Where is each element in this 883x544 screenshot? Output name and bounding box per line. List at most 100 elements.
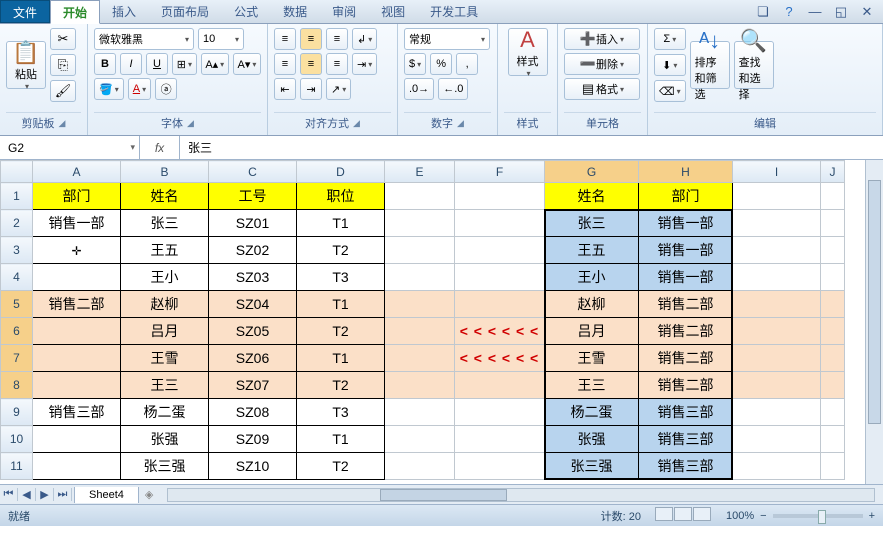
cell-E7[interactable] bbox=[385, 345, 455, 372]
inc-decimal-button[interactable]: .0→ bbox=[404, 78, 434, 100]
orientation-button[interactable]: ↗ bbox=[326, 78, 351, 100]
cell-F7[interactable]: < < < < < < bbox=[455, 345, 545, 372]
vertical-scrollbar[interactable] bbox=[865, 160, 883, 484]
cell-I6[interactable] bbox=[733, 318, 821, 345]
row-header-1[interactable]: 1 bbox=[1, 183, 33, 210]
format-cells-button[interactable]: ▤格式 bbox=[564, 78, 640, 100]
tab-formula[interactable]: 公式 bbox=[222, 0, 271, 23]
col-header-I[interactable]: I bbox=[733, 161, 821, 183]
cell-G6[interactable]: 吕月 bbox=[545, 318, 639, 345]
window-min-icon[interactable]: — bbox=[807, 4, 823, 20]
tab-file[interactable]: 文件 bbox=[0, 0, 50, 23]
cell-C7[interactable]: SZ06 bbox=[209, 345, 297, 372]
cell-G1[interactable]: 姓名 bbox=[545, 183, 639, 210]
format-painter-button[interactable]: 🖌 bbox=[50, 80, 76, 102]
col-header-F[interactable]: F bbox=[455, 161, 545, 183]
bold-button[interactable]: B bbox=[94, 53, 116, 75]
cell-D1[interactable]: 职位 bbox=[297, 183, 385, 210]
underline-button[interactable]: U bbox=[146, 53, 168, 75]
cell-J3[interactable] bbox=[821, 237, 845, 264]
cell-C5[interactable]: SZ04 bbox=[209, 291, 297, 318]
cell-I1[interactable] bbox=[733, 183, 821, 210]
cell-B10[interactable]: 张强 bbox=[121, 426, 209, 453]
italic-button[interactable]: I bbox=[120, 53, 142, 75]
cell-J7[interactable] bbox=[821, 345, 845, 372]
row-header-3[interactable]: 3 bbox=[1, 237, 33, 264]
row-header-2[interactable]: 2 bbox=[1, 210, 33, 237]
select-all-corner[interactable] bbox=[1, 161, 33, 183]
copy-button[interactable]: ⎘ bbox=[50, 54, 76, 76]
align-middle-button[interactable]: ≡ bbox=[300, 28, 322, 50]
cell-B4[interactable]: 王小 bbox=[121, 264, 209, 291]
col-header-B[interactable]: B bbox=[121, 161, 209, 183]
cell-A8[interactable] bbox=[33, 372, 121, 399]
cell-G9[interactable]: 杨二蛋 bbox=[545, 399, 639, 426]
zoom-slider[interactable] bbox=[773, 514, 863, 518]
cell-B8[interactable]: 王三 bbox=[121, 372, 209, 399]
col-header-D[interactable]: D bbox=[297, 161, 385, 183]
view-buttons[interactable] bbox=[655, 507, 712, 524]
col-header-C[interactable]: C bbox=[209, 161, 297, 183]
cell-B3[interactable]: 王五 bbox=[121, 237, 209, 264]
cell-E4[interactable] bbox=[385, 264, 455, 291]
cell-C8[interactable]: SZ07 bbox=[209, 372, 297, 399]
cell-H11[interactable]: 销售三部 bbox=[639, 453, 733, 480]
cell-I4[interactable] bbox=[733, 264, 821, 291]
cell-G8[interactable]: 王三 bbox=[545, 372, 639, 399]
indent-dec-button[interactable]: ⇤ bbox=[274, 78, 296, 100]
dec-decimal-button[interactable]: ←.0 bbox=[438, 78, 468, 100]
cell-D9[interactable]: T3 bbox=[297, 399, 385, 426]
cell-E5[interactable] bbox=[385, 291, 455, 318]
insert-cells-button[interactable]: ➕插入 bbox=[564, 28, 640, 50]
cell-B5[interactable]: 赵柳 bbox=[121, 291, 209, 318]
number-format-combo[interactable]: 常规 bbox=[404, 28, 490, 50]
cell-H1[interactable]: 部门 bbox=[639, 183, 733, 210]
comma-button[interactable]: , bbox=[456, 53, 478, 75]
cell-H8[interactable]: 销售二部 bbox=[639, 372, 733, 399]
sheet-tab-active[interactable]: Sheet4 bbox=[74, 487, 139, 503]
cell-I8[interactable] bbox=[733, 372, 821, 399]
row-header-4[interactable]: 4 bbox=[1, 264, 33, 291]
cell-A6[interactable] bbox=[33, 318, 121, 345]
cell-C11[interactable]: SZ10 bbox=[209, 453, 297, 480]
cell-C10[interactable]: SZ09 bbox=[209, 426, 297, 453]
tab-view[interactable]: 视图 bbox=[369, 0, 418, 23]
zoom-out-icon[interactable]: − bbox=[760, 510, 766, 522]
cell-H5[interactable]: 销售二部 bbox=[639, 291, 733, 318]
cell-A4[interactable] bbox=[33, 264, 121, 291]
cell-J11[interactable] bbox=[821, 453, 845, 480]
cell-G2[interactable]: 张三 bbox=[545, 210, 639, 237]
cell-E11[interactable] bbox=[385, 453, 455, 480]
cell-B2[interactable]: 张三 bbox=[121, 210, 209, 237]
cell-C3[interactable]: SZ02 bbox=[209, 237, 297, 264]
paste-button[interactable]: 📋粘贴 bbox=[6, 41, 46, 89]
cell-I9[interactable] bbox=[733, 399, 821, 426]
border-button[interactable]: ⊞ bbox=[172, 53, 197, 75]
cell-J2[interactable] bbox=[821, 210, 845, 237]
cell-H3[interactable]: 销售一部 bbox=[639, 237, 733, 264]
cell-J10[interactable] bbox=[821, 426, 845, 453]
cell-F11[interactable] bbox=[455, 453, 545, 480]
cell-D5[interactable]: T1 bbox=[297, 291, 385, 318]
cell-I11[interactable] bbox=[733, 453, 821, 480]
horizontal-scrollbar[interactable] bbox=[167, 488, 875, 502]
cell-F6[interactable]: < < < < < < bbox=[455, 318, 545, 345]
window-close-icon[interactable]: ✕ bbox=[859, 4, 875, 20]
delete-cells-button[interactable]: ➖删除 bbox=[564, 53, 640, 75]
cell-E6[interactable] bbox=[385, 318, 455, 345]
col-header-G[interactable]: G bbox=[545, 161, 639, 183]
tab-dev[interactable]: 开发工具 bbox=[418, 0, 491, 23]
cell-E8[interactable] bbox=[385, 372, 455, 399]
phonetic-button[interactable]: ⓐ bbox=[155, 78, 177, 100]
grow-font-button[interactable]: A▴ bbox=[201, 53, 229, 75]
tab-review[interactable]: 审阅 bbox=[320, 0, 369, 23]
cell-G7[interactable]: 王雪 bbox=[545, 345, 639, 372]
col-header-H[interactable]: H bbox=[639, 161, 733, 183]
cell-H6[interactable]: 销售二部 bbox=[639, 318, 733, 345]
cell-H10[interactable]: 销售三部 bbox=[639, 426, 733, 453]
cell-J9[interactable] bbox=[821, 399, 845, 426]
align-left-button[interactable]: ≡ bbox=[274, 53, 296, 75]
wrap-button[interactable]: ↲ bbox=[352, 28, 377, 50]
cell-F1[interactable] bbox=[455, 183, 545, 210]
col-header-A[interactable]: A bbox=[33, 161, 121, 183]
